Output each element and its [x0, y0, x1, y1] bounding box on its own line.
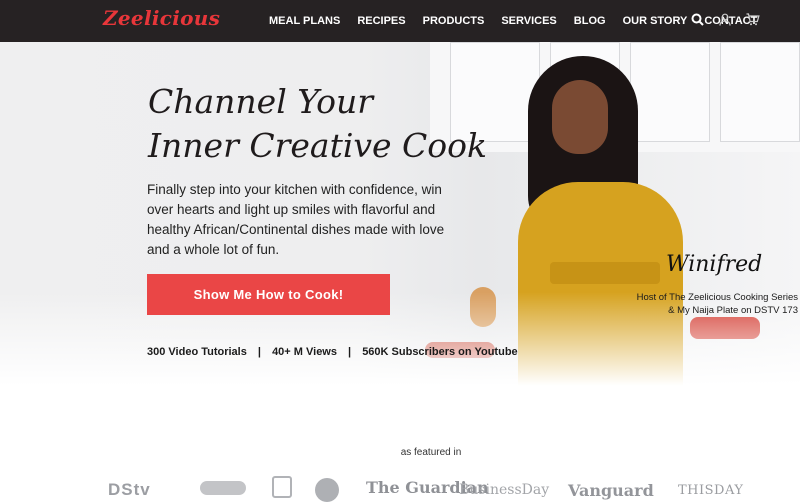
- nav-services[interactable]: SERVICES: [501, 15, 556, 27]
- hero-subcopy: Finally step into your kitchen with conf…: [147, 182, 445, 257]
- hero-stats: 300 Video Tutorials | 40+ M Views | 560K…: [147, 346, 518, 358]
- featured-section: as featured in: [0, 447, 800, 458]
- host-caption: Host of The Zeelicious Cooking Series & …: [618, 291, 798, 317]
- cabinet-door: [720, 42, 800, 142]
- host-belt: [550, 262, 660, 284]
- zeelicious-logo[interactable]: Zeelicious: [103, 6, 220, 30]
- nav-icons: [689, 10, 761, 28]
- stat-views: 40+ M Views: [272, 346, 337, 358]
- featured-logos: DStv The Guardian BusinessDay Vanguard T…: [108, 474, 758, 503]
- top-navbar: Zeelicious MEAL PLANS RECIPES PRODUCTS S…: [0, 0, 800, 42]
- user-icon[interactable]: [717, 10, 733, 28]
- host-signature: Winifred: [666, 252, 763, 277]
- show-me-how-button[interactable]: Show Me How to Cook!: [147, 274, 390, 315]
- hero-headline: Channel Your Inner Creative Cook: [148, 80, 487, 168]
- stat-video-tutorials: 300 Video Tutorials: [147, 346, 247, 358]
- nav-products[interactable]: PRODUCTS: [423, 15, 485, 27]
- host-caption-line-1: Host of The Zeelicious Cooking Series: [636, 292, 798, 303]
- stat-separator: |: [348, 346, 352, 358]
- dstv-logo: DStv: [108, 480, 151, 499]
- headline-line-2: Inner Creative Cook: [148, 126, 488, 165]
- media-logo: [315, 478, 339, 502]
- businessday-logo: BusinessDay: [459, 482, 550, 498]
- nav-meal-plans[interactable]: MEAL PLANS: [269, 15, 340, 27]
- stat-subscribers: 560K Subscribers on Youtube: [362, 346, 518, 358]
- search-icon[interactable]: [689, 10, 705, 28]
- media-logo: [200, 481, 246, 495]
- host-caption-line-2: & My Naija Plate on DSTV 173: [668, 305, 798, 316]
- nav-blog[interactable]: BLOG: [574, 15, 606, 27]
- featured-label: as featured in: [400, 447, 462, 458]
- nav-our-story[interactable]: OUR STORY: [623, 15, 688, 27]
- cart-icon[interactable]: [745, 10, 761, 28]
- media-logo: [272, 476, 292, 498]
- vanguard-logo: Vanguard: [568, 481, 654, 500]
- headline-line-1: Channel Your: [148, 82, 374, 121]
- thisday-logo: THISDAY: [678, 483, 744, 498]
- host-face: [552, 80, 608, 154]
- nav-recipes[interactable]: RECIPES: [357, 15, 405, 27]
- stat-separator: |: [257, 346, 261, 358]
